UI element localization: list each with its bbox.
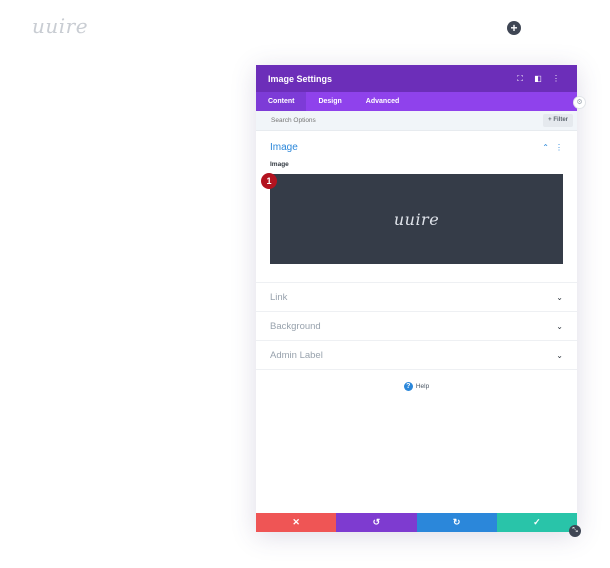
chevron-down-icon: ⌄ bbox=[556, 321, 563, 331]
admin-label-section-title: Admin Label bbox=[270, 349, 323, 361]
step-badge: 1 bbox=[261, 173, 277, 189]
plus-icon: + bbox=[510, 21, 518, 35]
preview-logo: uuire bbox=[393, 209, 440, 229]
search-bar: + Filter bbox=[256, 111, 577, 131]
image-section: Image ⌃ ⋮ Image 1 uuire bbox=[256, 131, 577, 283]
chevron-down-icon: ⌄ bbox=[556, 350, 563, 360]
tab-advanced[interactable]: Advanced bbox=[354, 92, 411, 111]
image-section-header[interactable]: Image ⌃ ⋮ bbox=[270, 139, 563, 155]
tab-design[interactable]: Design bbox=[306, 92, 353, 111]
more-options-icon[interactable]: ⋮ bbox=[555, 143, 563, 152]
modal-footer: ✕ ↺ ↻ ✓ bbox=[256, 513, 577, 532]
help-link[interactable]: ? Help bbox=[256, 382, 577, 391]
expand-icon[interactable]: ⛶ bbox=[511, 74, 529, 84]
chevron-down-icon: ⌄ bbox=[556, 292, 563, 302]
redo-button[interactable]: ↻ bbox=[416, 513, 497, 532]
image-settings-modal: Image Settings ⛶ ◧ ⋮ Content Design Adva… bbox=[256, 65, 577, 532]
modal-header: Image Settings ⛶ ◧ ⋮ bbox=[256, 65, 577, 92]
admin-label-section[interactable]: Admin Label ⌄ bbox=[256, 341, 577, 370]
image-field-label: Image bbox=[270, 161, 289, 168]
image-section-title: Image bbox=[270, 141, 298, 153]
check-icon: ✓ bbox=[533, 517, 541, 527]
help-label: Help bbox=[415, 383, 430, 390]
more-icon[interactable]: ⋮ bbox=[547, 74, 565, 83]
add-module-button[interactable]: + bbox=[507, 21, 521, 35]
save-button[interactable]: ✓ bbox=[496, 513, 577, 532]
search-input[interactable] bbox=[269, 116, 544, 125]
link-section[interactable]: Link ⌄ bbox=[256, 283, 577, 312]
resize-handle-icon[interactable]: ⤡ bbox=[569, 525, 581, 537]
image-preview[interactable]: 1 uuire bbox=[261, 173, 563, 264]
background-section-title: Background bbox=[270, 320, 321, 332]
modal-tabs: Content Design Advanced bbox=[256, 92, 577, 111]
link-section-title: Link bbox=[270, 291, 288, 303]
redo-icon: ↻ bbox=[452, 517, 461, 527]
chevron-up-icon[interactable]: ⌃ bbox=[542, 143, 549, 152]
filter-button[interactable]: + Filter bbox=[543, 114, 573, 127]
undo-icon: ↺ bbox=[372, 517, 381, 527]
help-icon: ? bbox=[403, 382, 413, 391]
split-view-icon[interactable]: ◧ bbox=[529, 74, 547, 83]
tab-content[interactable]: Content bbox=[256, 92, 307, 111]
settings-side-icon[interactable]: ⚙ bbox=[573, 96, 586, 109]
modal-title: Image Settings bbox=[268, 73, 333, 84]
close-icon: ✕ bbox=[292, 517, 300, 527]
undo-button[interactable]: ↺ bbox=[336, 513, 417, 532]
background-section[interactable]: Background ⌄ bbox=[256, 312, 577, 341]
page-logo: uuire bbox=[32, 14, 89, 38]
cancel-button[interactable]: ✕ bbox=[256, 513, 337, 532]
